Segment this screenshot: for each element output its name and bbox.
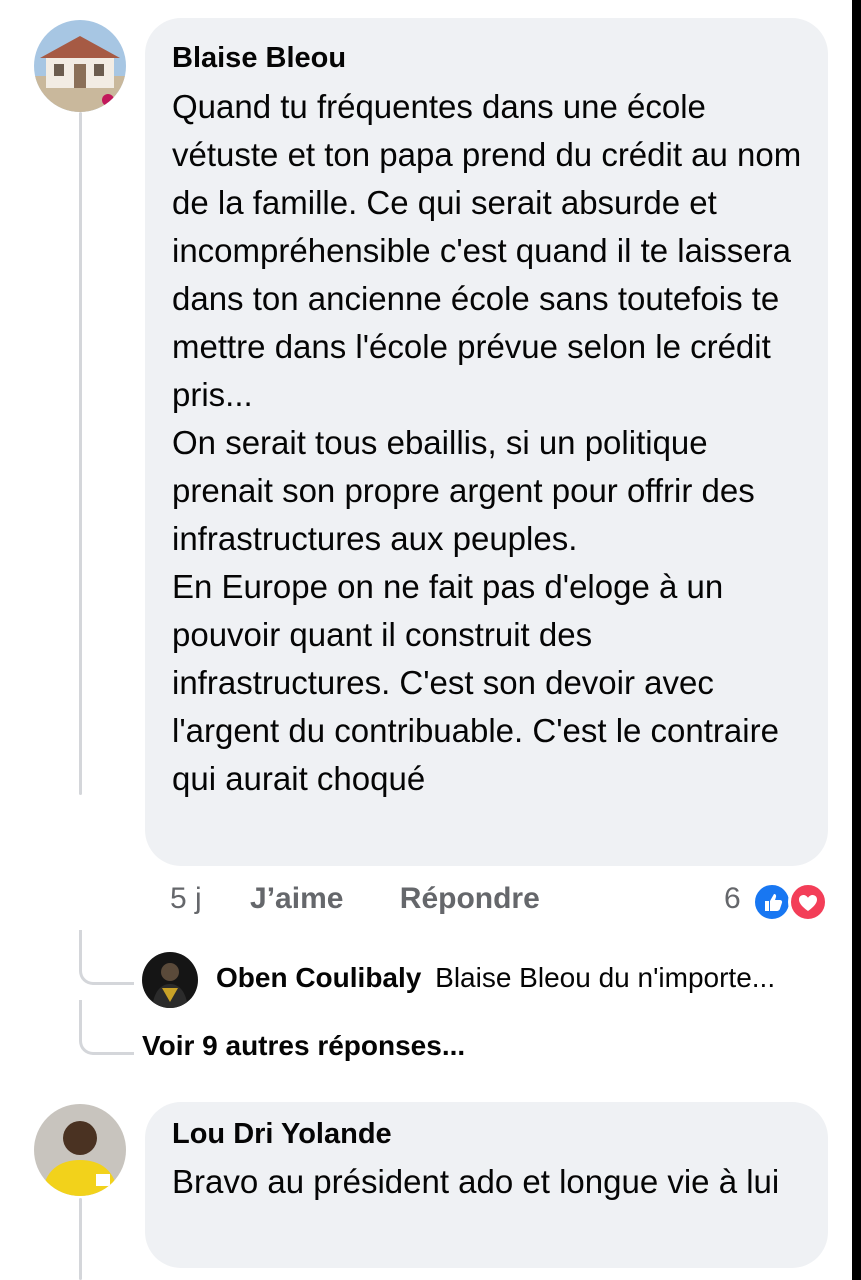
comment-text: On serait tous ebaillis, si un politique… bbox=[172, 424, 755, 557]
reply-snippet: Blaise Bleou du n'importe... bbox=[435, 962, 776, 993]
reply-author[interactable]: Oben Coulibaly bbox=[216, 962, 421, 993]
thread-line bbox=[79, 112, 82, 795]
reply-avatar[interactable] bbox=[142, 952, 198, 1008]
person-photo-icon bbox=[142, 952, 198, 1008]
thread-connector bbox=[79, 930, 134, 985]
comment-bubble: Blaise Bleou Quand tu fréquentes dans un… bbox=[145, 18, 828, 866]
like-icon[interactable] bbox=[752, 882, 792, 922]
like-button[interactable]: J’aime bbox=[250, 882, 343, 915]
comment-author[interactable]: Blaise Bleou bbox=[172, 40, 802, 76]
comment-text: Quand tu fréquentes dans une école vétus… bbox=[172, 88, 802, 413]
love-icon[interactable] bbox=[788, 882, 828, 922]
view-more-replies-link[interactable]: Voir 9 autres réponses... bbox=[142, 1030, 465, 1062]
comments-page: Blaise Bleou Quand tu fréquentes dans un… bbox=[0, 0, 852, 1280]
reply-button[interactable]: Répondre bbox=[400, 882, 540, 915]
comment-text: En Europe on ne fait pas d'eloge à un po… bbox=[172, 568, 779, 797]
reply-preview[interactable]: Oben Coulibaly Blaise Bleou du n'importe… bbox=[216, 962, 775, 994]
person-photo-icon bbox=[34, 1104, 126, 1196]
avatar[interactable] bbox=[34, 20, 126, 112]
comment-actions: 5 j J’aime Répondre bbox=[170, 882, 540, 916]
comment-bubble: Lou Dri Yolande Bravo au président ado e… bbox=[145, 1102, 828, 1268]
house-photo-icon bbox=[34, 20, 126, 112]
comment-author[interactable]: Lou Dri Yolande bbox=[172, 1116, 802, 1152]
reaction-count[interactable]: 6 bbox=[724, 882, 741, 916]
avatar[interactable] bbox=[34, 1104, 126, 1196]
comment-timestamp[interactable]: 5 j bbox=[170, 882, 202, 915]
thread-connector bbox=[79, 1000, 134, 1055]
comment-text: Bravo au président ado et longue vie à l… bbox=[172, 1163, 780, 1200]
thread-line bbox=[79, 1198, 82, 1280]
